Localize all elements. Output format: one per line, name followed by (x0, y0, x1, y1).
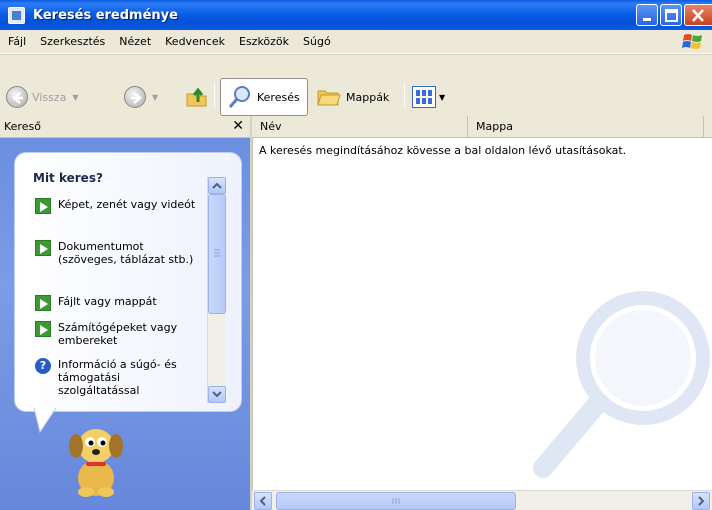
toolbar: Vissza ▼ ▼ Keresés Mappák ▼ (0, 54, 712, 116)
folders-button[interactable]: Mappák (316, 78, 389, 116)
menu-view[interactable]: Nézet (113, 32, 157, 52)
chevron-down-icon[interactable]: ▼ (72, 93, 78, 102)
close-pane-icon[interactable]: ✕ (232, 118, 244, 134)
views-button[interactable]: ▼ (412, 81, 445, 113)
option-documents[interactable]: Dokumentumot (szöveges, táblázat stb.) (35, 240, 198, 266)
forward-button[interactable]: ▼ (124, 79, 158, 115)
column-folder[interactable]: Mappa (468, 116, 704, 137)
green-arrow-icon (35, 295, 51, 311)
back-arrow-icon (6, 86, 28, 108)
search-pane-title: Kereső (4, 120, 41, 133)
close-button[interactable] (684, 4, 712, 26)
help-question-icon: ? (35, 358, 51, 374)
search-label: Keresés (257, 90, 300, 104)
chevron-down-icon[interactable]: ▼ (152, 93, 158, 102)
scroll-left-button[interactable] (254, 492, 272, 510)
search-assistant-dog-icon[interactable] (62, 420, 132, 500)
option-computers-people[interactable]: Számítógépeket vagy embereket (35, 321, 198, 347)
column-name[interactable]: Név (252, 116, 468, 137)
green-arrow-icon (35, 240, 51, 256)
up-folder-icon (186, 87, 207, 107)
green-arrow-icon (35, 198, 51, 214)
search-pane-header: Kereső ✕ (0, 116, 250, 138)
menu-file[interactable]: Fájl (2, 32, 32, 52)
scroll-thumb[interactable] (208, 194, 226, 314)
bubble-tail (33, 408, 57, 434)
results-list[interactable]: A keresés megindításához kövesse a bal o… (252, 138, 712, 490)
results-column-header: Név Mappa (252, 116, 712, 138)
up-folder-button[interactable] (184, 79, 210, 115)
scroll-up-button[interactable] (208, 177, 226, 194)
speech-bubble: Mit keres? Képet, zenét vagy videót Doku… (14, 152, 242, 412)
results-horizontal-scrollbar[interactable] (252, 490, 712, 510)
title-bar: Keresés eredménye (0, 0, 712, 30)
option-media-label[interactable]: Képet, zenét vagy videót (58, 198, 198, 214)
menu-tools[interactable]: Eszközök (233, 32, 295, 52)
back-button[interactable]: Vissza ▼ (6, 79, 78, 115)
horizontal-scroll-thumb[interactable] (276, 492, 516, 510)
option-help-support[interactable]: ? Információ a súgó- és támogatási szolg… (35, 358, 198, 397)
back-label: Vissza (32, 90, 67, 104)
magnifier-watermark-icon (533, 291, 710, 478)
option-files-folders[interactable]: Fájlt vagy mappát (35, 295, 198, 311)
window-title: Keresés eredménye (33, 7, 178, 23)
forward-arrow-icon (124, 86, 146, 108)
option-documents-label[interactable]: Dokumentumot (szöveges, táblázat stb.) (58, 240, 198, 266)
maximize-button[interactable] (660, 4, 682, 26)
scroll-right-button[interactable] (692, 492, 710, 510)
search-question-heading: Mit keres? (33, 171, 103, 185)
column-name-label: Név (260, 120, 282, 133)
option-computers-people-label[interactable]: Számítógépeket vagy embereket (58, 321, 198, 347)
instructions-message: A keresés megindításához kövesse a bal o… (259, 144, 627, 157)
search-results-window-icon (8, 6, 25, 24)
menu-bar: Fájl Szerkesztés Nézet Kedvencek Eszközö… (0, 30, 712, 54)
views-icon (412, 86, 436, 108)
green-arrow-icon (35, 321, 51, 337)
option-media[interactable]: Képet, zenét vagy videót (35, 198, 198, 214)
option-files-folders-label[interactable]: Fájlt vagy mappát (58, 295, 198, 311)
folders-label: Mappák (346, 90, 390, 104)
windows-logo-icon (682, 34, 702, 49)
minimize-button[interactable] (636, 4, 658, 26)
chevron-down-icon[interactable]: ▼ (439, 93, 445, 102)
scroll-down-button[interactable] (208, 386, 226, 403)
column-folder-label: Mappa (476, 120, 513, 133)
magnifier-icon (228, 86, 250, 108)
search-toolbar-button[interactable]: Keresés (220, 78, 308, 116)
options-scrollbar[interactable] (207, 177, 226, 403)
search-companion-pane: Mit keres? Képet, zenét vagy videót Doku… (0, 138, 250, 510)
menu-edit[interactable]: Szerkesztés (34, 32, 111, 52)
option-help-support-label[interactable]: Információ a súgó- és támogatási szolgál… (58, 358, 198, 397)
menu-favorites[interactable]: Kedvencek (159, 32, 231, 52)
menu-help[interactable]: Súgó (297, 32, 337, 52)
folders-icon (317, 90, 341, 106)
